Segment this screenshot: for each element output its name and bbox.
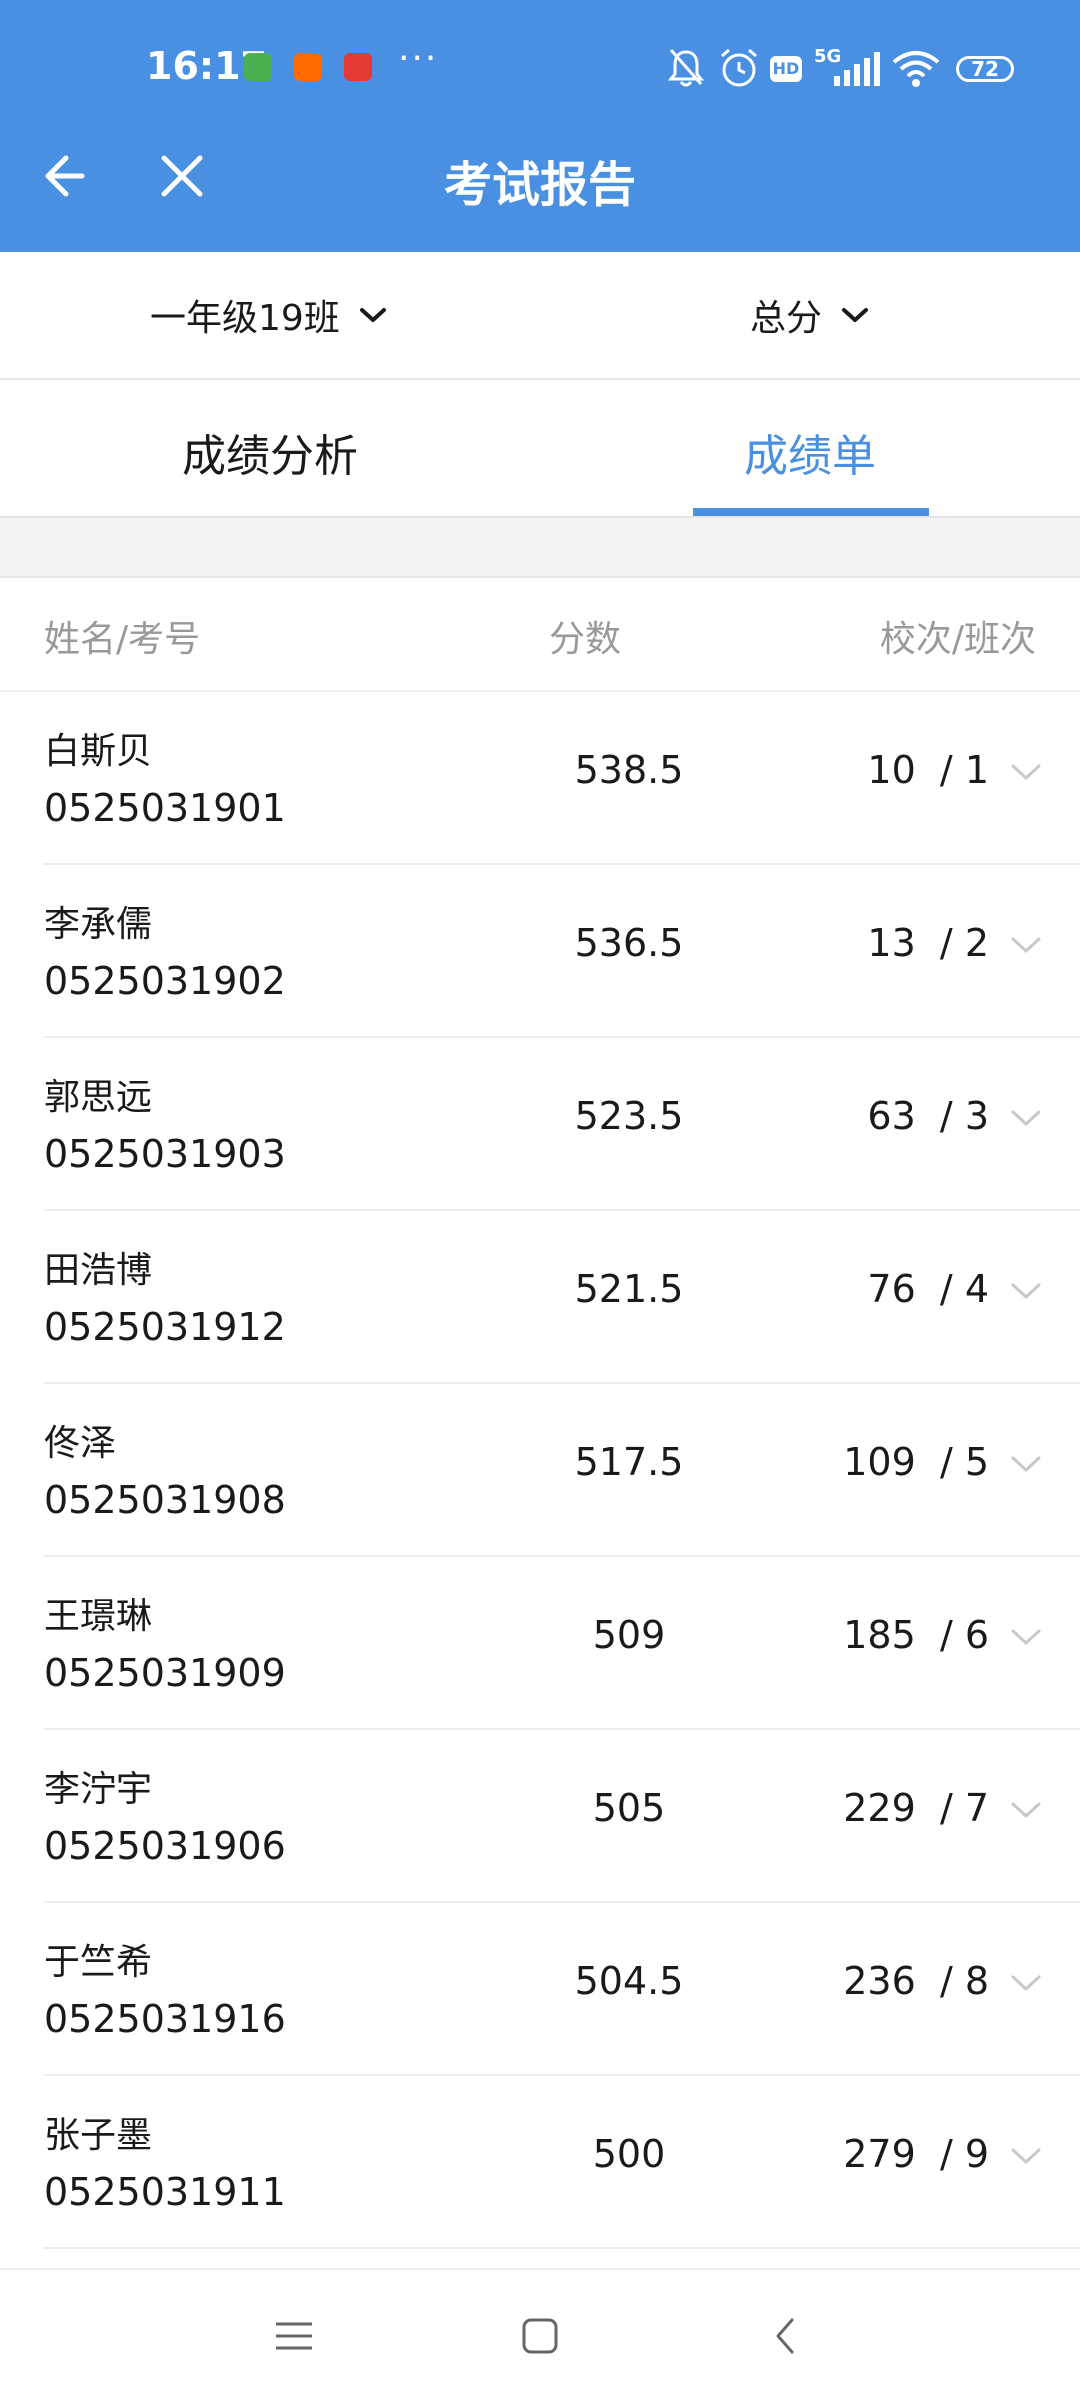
student-name: 郭思远 xyxy=(44,1077,153,1118)
student-rank: 76 / 4 xyxy=(867,1267,989,1311)
student-rank: 185 / 6 xyxy=(843,1613,989,1657)
expand-chevron-icon[interactable] xyxy=(1010,2146,1042,2166)
active-tab-indicator xyxy=(693,508,929,516)
more-notifications-icon: ··· xyxy=(398,38,439,79)
student-name: 白斯贝 xyxy=(44,731,153,772)
student-name: 于竺希 xyxy=(44,1942,153,1983)
student-cell: 于竺希 0525031916 xyxy=(44,1935,286,2047)
app-bar: 16:17 ··· HD 5G 72 考试报告 xyxy=(0,0,1080,252)
expand-chevron-icon[interactable] xyxy=(1010,1454,1042,1474)
student-cell: 郭思远 0525031903 xyxy=(44,1070,286,1182)
student-id: 0525031911 xyxy=(44,2170,286,2214)
expand-chevron-icon[interactable] xyxy=(1010,1108,1042,1128)
student-name: 李承儒 xyxy=(44,904,153,945)
header-name-id: 姓名/考号 xyxy=(44,619,201,660)
table-body: 白斯贝 0525031901 538.5 10 / 1 李承儒 0525031902 536… xyxy=(0,692,1080,2249)
student-score: 536.5 xyxy=(574,921,684,965)
expand-chevron-icon[interactable] xyxy=(1010,1973,1042,1993)
student-id: 0525031906 xyxy=(44,1824,286,1868)
student-rank: 63 / 3 xyxy=(867,1094,989,1138)
expand-chevron-icon[interactable] xyxy=(1010,762,1042,782)
chevron-down-icon xyxy=(359,308,386,322)
bell-muted-icon xyxy=(667,49,705,87)
signal-icon xyxy=(834,52,880,86)
table-row[interactable]: 于竺希 0525031916 504.5 236 / 8 xyxy=(44,1903,1080,2076)
table-row[interactable]: 李承儒 0525031902 536.5 13 / 2 xyxy=(44,865,1080,1038)
student-score: 521.5 xyxy=(574,1267,684,1311)
expand-chevron-icon[interactable] xyxy=(1010,935,1042,955)
student-cell: 王璟琳 0525031909 xyxy=(44,1589,286,1701)
student-cell: 张子墨 0525031911 xyxy=(44,2108,286,2220)
system-nav-bar xyxy=(0,2268,1080,2402)
student-name: 王璟琳 xyxy=(44,1596,153,1637)
student-rank: 229 / 7 xyxy=(843,1786,989,1830)
expand-chevron-icon[interactable] xyxy=(1010,1281,1042,1301)
table-row[interactable]: 佟泽 0525031908 517.5 109 / 5 xyxy=(44,1384,1080,1557)
student-name: 李泞宇 xyxy=(44,1769,153,1810)
student-score: 505 xyxy=(592,1786,666,1830)
mail-notification-icon xyxy=(344,53,372,81)
student-score: 538.5 xyxy=(574,748,684,792)
header-rank: 校次/班次 xyxy=(879,619,1036,660)
table-header: 姓名/考号 分数 校次/班次 xyxy=(0,578,1080,692)
hd-badge: HD xyxy=(770,56,802,82)
student-id: 0525031901 xyxy=(44,786,286,830)
chevron-down-icon xyxy=(842,308,869,322)
status-bar: 16:17 ··· HD 5G 72 xyxy=(0,0,1080,140)
menu-icon[interactable] xyxy=(272,2314,316,2358)
student-score: 504.5 xyxy=(574,1959,684,2003)
student-id: 0525031912 xyxy=(44,1305,286,1349)
table-row[interactable]: 田浩博 0525031912 521.5 76 / 4 xyxy=(44,1211,1080,1384)
student-name: 佟泽 xyxy=(44,1423,117,1464)
wechat-notification-icon xyxy=(244,53,272,81)
student-id: 0525031908 xyxy=(44,1478,286,1522)
student-name: 田浩博 xyxy=(44,1250,153,1291)
class-selector-label: 一年级19班 xyxy=(150,298,340,339)
header-score: 分数 xyxy=(548,619,621,660)
student-rank: 279 / 9 xyxy=(843,2132,989,2176)
student-cell: 佟泽 0525031908 xyxy=(44,1416,286,1528)
table-row[interactable]: 王璟琳 0525031909 509 185 / 6 xyxy=(44,1557,1080,1730)
table-row[interactable]: 郭思远 0525031903 523.5 63 / 3 xyxy=(44,1038,1080,1211)
taobao-notification-icon xyxy=(294,53,322,81)
student-cell: 白斯贝 0525031901 xyxy=(44,724,286,836)
student-cell: 李泞宇 0525031906 xyxy=(44,1762,286,1874)
tab-score-sheet[interactable]: 成绩单 xyxy=(540,420,1080,484)
tab-score-analysis[interactable]: 成绩分析 xyxy=(0,420,540,484)
class-selector[interactable]: 一年级19班 xyxy=(150,288,388,342)
student-score: 509 xyxy=(592,1613,666,1657)
student-score: 500 xyxy=(592,2132,666,2176)
table-row[interactable]: 张子墨 0525031911 500 279 / 9 xyxy=(44,2076,1080,2249)
table-row[interactable]: 李泞宇 0525031906 505 229 / 7 xyxy=(44,1730,1080,1903)
student-score: 523.5 xyxy=(574,1094,684,1138)
battery-indicator: 72 xyxy=(956,56,1014,82)
back-icon[interactable] xyxy=(764,2314,808,2358)
subject-selector-label: 总分 xyxy=(750,298,823,339)
tab-bar: 成绩分析 成绩单 xyxy=(0,380,1080,518)
student-cell: 田浩博 0525031912 xyxy=(44,1243,286,1355)
student-rank: 13 / 2 xyxy=(867,921,989,965)
home-icon[interactable] xyxy=(518,2314,562,2358)
student-rank: 236 / 8 xyxy=(843,1959,989,2003)
expand-chevron-icon[interactable] xyxy=(1010,1800,1042,1820)
table-row[interactable]: 白斯贝 0525031901 538.5 10 / 1 xyxy=(44,692,1080,865)
student-rank: 109 / 5 xyxy=(843,1440,989,1484)
score-table: 姓名/考号 分数 校次/班次 白斯贝 0525031901 538.5 10 / 1 李… xyxy=(0,578,1080,2249)
filter-bar: 一年级19班 总分 xyxy=(0,252,1080,380)
section-divider xyxy=(0,518,1080,578)
alarm-icon xyxy=(721,48,757,87)
student-name: 张子墨 xyxy=(44,2115,153,2156)
student-id: 0525031909 xyxy=(44,1651,286,1695)
student-id: 0525031916 xyxy=(44,1997,286,2041)
subject-selector[interactable]: 总分 xyxy=(750,288,870,342)
student-id: 0525031903 xyxy=(44,1132,286,1176)
expand-chevron-icon[interactable] xyxy=(1010,1627,1042,1647)
student-id: 0525031902 xyxy=(44,959,286,1003)
page-title: 考试报告 xyxy=(443,157,636,213)
wifi-icon xyxy=(892,51,940,87)
student-rank: 10 / 1 xyxy=(867,748,989,792)
student-cell: 李承儒 0525031902 xyxy=(44,897,286,1009)
student-score: 517.5 xyxy=(574,1440,684,1484)
